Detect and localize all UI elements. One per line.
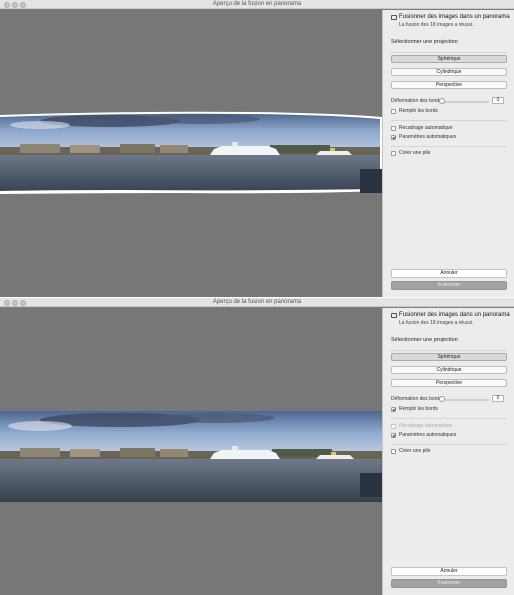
window-title: Aperçu de la fusion en panorama [212,1,302,7]
title-bar: Aperçu de la fusion en panorama [0,298,514,307]
checkbox-icon [391,109,396,114]
fill-edges-label: Remplir les bords [399,406,438,412]
boundary-warp-label: Déformation des bords [391,98,442,104]
boundary-warp-value[interactable]: 0 [492,97,504,104]
panorama-icon [391,313,397,318]
preview-area [0,10,382,297]
preview-area [0,308,382,595]
checkmark-icon [391,407,396,412]
auto-crop-label: Recadrage automatique [399,423,453,429]
divider [391,444,507,445]
create-stack-label: Créer une pile [399,150,431,156]
window-title: Aperçu de la fusion en panorama [212,299,302,305]
boundary-warp-value[interactable]: 0 [492,395,504,402]
projection-label: Sélectionner une projection [391,337,458,343]
merge-options-panel: Fusionner des images dans un panorama La… [382,10,514,297]
cancel-button[interactable]: Annuler [391,269,507,278]
perspective-button[interactable]: Perspective [391,379,507,387]
divider [391,52,507,53]
panel-title: Fusionner des images dans un panorama [399,14,510,20]
spherical-button[interactable]: Sphérique [391,55,507,63]
checkbox-icon [391,126,396,131]
panorama-icon [391,15,397,20]
projection-label: Sélectionner une projection [391,39,458,45]
panel-subtitle: La fusion des 18 images a réussi. [399,320,474,326]
create-stack-label: Créer une pile [399,448,431,454]
panorama-preview-image [0,111,382,194]
perspective-button[interactable]: Perspective [391,81,507,89]
merge-button[interactable]: Fusionner [391,579,507,588]
merge-button[interactable]: Fusionner [391,281,507,290]
boundary-warp-slider[interactable] [441,399,489,401]
panorama-preview-image [0,411,382,502]
divider [391,146,507,147]
fill-edges-label: Remplir les bords [399,108,438,114]
panel-subtitle: La fusion des 18 images a réussi. [399,22,474,28]
checkmark-icon [391,135,396,140]
spherical-button[interactable]: Sphérique [391,353,507,361]
panorama-preview-window-1: Aperçu de la fusion en panorama Fusionne… [0,0,514,297]
panel-title: Fusionner des images dans un panorama [399,312,510,318]
boundary-warp-label: Déformation des bords [391,396,442,402]
divider [391,418,507,419]
merge-options-panel: Fusionner des images dans un panorama La… [382,308,514,595]
auto-crop-label: Recadrage automatique [399,125,453,131]
auto-settings-label: Paramètres automatiques [399,432,457,438]
divider [391,350,507,351]
screenshot-root: Aperçu de la fusion en panorama Fusionne… [0,0,514,595]
checkbox-icon [391,424,396,429]
panorama-preview-window-2: Aperçu de la fusion en panorama Fusionne… [0,298,514,595]
cylindrical-button[interactable]: Cylindrique [391,68,507,76]
cylindrical-button[interactable]: Cylindrique [391,366,507,374]
cancel-button[interactable]: Annuler [391,567,507,576]
slider-knob[interactable] [439,98,445,104]
auto-settings-label: Paramètres automatiques [399,134,457,140]
slider-knob[interactable] [439,396,445,402]
title-bar: Aperçu de la fusion en panorama [0,0,514,9]
divider [391,120,507,121]
checkmark-icon [391,433,396,438]
checkbox-icon [391,449,396,454]
boundary-warp-slider[interactable] [441,101,489,103]
checkbox-icon [391,151,396,156]
